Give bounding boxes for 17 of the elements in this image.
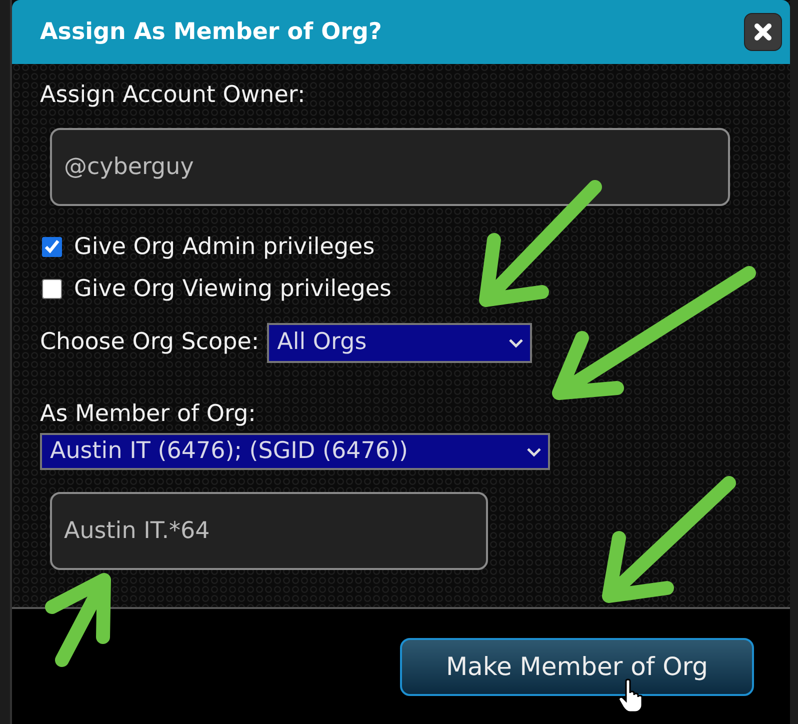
field-label: Choose Org Scope: [40,328,260,358]
chevron-down-icon [508,338,524,348]
chevron-down-icon [526,446,542,456]
checkbox-label: Give Org Viewing privileges [74,275,392,304]
make-member-button[interactable]: Make Member of Org [400,638,754,696]
owner-input-field[interactable]: @cyberguy [50,128,730,206]
dialog-title: Assign As Member of Org? [40,18,382,47]
checkbox[interactable] [42,279,62,300]
checkbox[interactable] [42,236,62,257]
filter-input-field[interactable]: Austin IT.*64 [50,492,488,570]
field-label: As Member of Org: [40,400,257,428]
close-button[interactable] [744,13,782,51]
close-icon [753,22,773,42]
field-label: Assign Account Owner: [40,81,306,110]
scope-select[interactable]: All Orgs [267,322,532,362]
checkbox-label: Give Org Admin privileges [74,232,375,262]
org-select[interactable]: Austin IT (6476); (SGID (6476)) [40,433,550,470]
